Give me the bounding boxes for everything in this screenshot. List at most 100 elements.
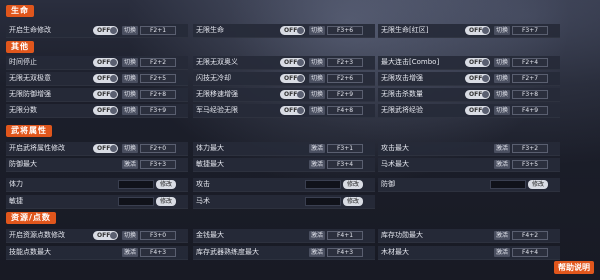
- hotkey-field[interactable]: F3+3: [140, 160, 176, 169]
- hotkey-field[interactable]: F3+0: [140, 231, 176, 240]
- switch-button[interactable]: 切换: [309, 58, 325, 67]
- section-header-life: 生命: [6, 5, 34, 17]
- activate-button[interactable]: 激活: [494, 248, 510, 257]
- option-row: 无限分数 OFF 切换 F3+9: [6, 104, 188, 118]
- hotkey-field[interactable]: F3+6: [327, 26, 363, 35]
- hotkey-field[interactable]: F2+4: [512, 58, 548, 67]
- activate-button[interactable]: 激活: [494, 144, 510, 153]
- activate-button[interactable]: 激活: [122, 248, 138, 257]
- modify-button[interactable]: 修改: [528, 180, 548, 189]
- hotkey-field[interactable]: F4+3: [140, 248, 176, 257]
- toggle-switch[interactable]: OFF: [93, 74, 118, 83]
- option-row: 开启武将属性修改 OFF 切换 F2+0: [6, 142, 188, 156]
- option-label: 敏捷最大: [196, 160, 224, 168]
- hotkey-field[interactable]: F4+1: [327, 231, 363, 240]
- switch-button[interactable]: 切换: [122, 58, 138, 67]
- modify-button[interactable]: 修改: [156, 180, 176, 189]
- switch-button[interactable]: 切换: [494, 90, 510, 99]
- hotkey-field[interactable]: F2+7: [512, 74, 548, 83]
- hotkey-field[interactable]: F4+9: [512, 106, 548, 115]
- switch-button[interactable]: 切换: [309, 26, 325, 35]
- toggle-switch[interactable]: OFF: [93, 90, 118, 99]
- toggle-switch[interactable]: OFF: [465, 90, 490, 99]
- toggle-switch[interactable]: OFF: [280, 58, 305, 67]
- value-input[interactable]: [305, 197, 341, 206]
- hotkey-field[interactable]: F2+2: [140, 58, 176, 67]
- option-label: 无限攻击增强: [381, 74, 423, 82]
- switch-button[interactable]: 切换: [309, 106, 325, 115]
- toggle-switch[interactable]: OFF: [280, 74, 305, 83]
- modify-button[interactable]: 修改: [343, 180, 363, 189]
- switch-button[interactable]: 切换: [122, 144, 138, 153]
- switch-button[interactable]: 切换: [494, 58, 510, 67]
- toggle-switch[interactable]: OFF: [93, 144, 118, 153]
- option-label: 无限无双极意: [9, 74, 51, 82]
- hotkey-field[interactable]: F3+4: [327, 160, 363, 169]
- toggle-switch[interactable]: OFF: [465, 74, 490, 83]
- switch-button[interactable]: 切换: [122, 26, 138, 35]
- hotkey-field[interactable]: F3+8: [512, 90, 548, 99]
- toggle-switch[interactable]: OFF: [93, 106, 118, 115]
- switch-button[interactable]: 切换: [122, 90, 138, 99]
- switch-button[interactable]: 切换: [122, 74, 138, 83]
- toggle-switch[interactable]: OFF: [93, 26, 118, 35]
- modify-button[interactable]: 修改: [343, 197, 363, 206]
- section-header-general: 武将属性: [6, 125, 52, 137]
- toggle-switch[interactable]: OFF: [280, 26, 305, 35]
- toggle-switch[interactable]: OFF: [280, 90, 305, 99]
- hotkey-field[interactable]: F4+2: [512, 231, 548, 240]
- option-row: 开启资源点数修改 OFF 切换 F3+0: [6, 229, 188, 243]
- switch-button[interactable]: 切换: [309, 74, 325, 83]
- switch-button[interactable]: 切换: [122, 106, 138, 115]
- value-input[interactable]: [118, 180, 154, 189]
- hotkey-field[interactable]: F4+8: [327, 106, 363, 115]
- toggle-switch[interactable]: OFF: [93, 58, 118, 67]
- option-label: 敏捷: [9, 197, 23, 205]
- toggle-switch[interactable]: OFF: [280, 106, 305, 115]
- activate-button[interactable]: 激活: [309, 144, 325, 153]
- modify-row: 防御 修改: [378, 178, 560, 192]
- activate-button[interactable]: 激活: [309, 231, 325, 240]
- option-label: 技能点数最大: [9, 248, 51, 256]
- hotkey-field[interactable]: F3+7: [512, 26, 548, 35]
- option-label: 无限生命: [196, 26, 224, 34]
- hotkey-field[interactable]: F4+4: [512, 248, 548, 257]
- hotkey-field[interactable]: F3+9: [140, 106, 176, 115]
- activate-button[interactable]: 激活: [309, 160, 325, 169]
- option-label: 最大连击[Combo]: [381, 58, 440, 66]
- switch-button[interactable]: 切换: [309, 90, 325, 99]
- help-button[interactable]: 帮助说明: [554, 261, 594, 274]
- toggle-switch[interactable]: OFF: [93, 231, 118, 240]
- hotkey-field[interactable]: F2+6: [327, 74, 363, 83]
- option-row: 无限移速增强 OFF 切换 F2+9: [193, 88, 375, 102]
- modify-button[interactable]: 修改: [156, 197, 176, 206]
- toggle-switch[interactable]: OFF: [465, 106, 490, 115]
- hotkey-field[interactable]: F3+5: [512, 160, 548, 169]
- modify-row: 攻击 修改: [193, 178, 375, 192]
- hotkey-field[interactable]: F2+3: [327, 58, 363, 67]
- option-label: 攻击: [196, 180, 210, 188]
- value-input[interactable]: [305, 180, 341, 189]
- switch-button[interactable]: 切换: [494, 26, 510, 35]
- hotkey-field[interactable]: F2+1: [140, 26, 176, 35]
- value-input[interactable]: [118, 197, 154, 206]
- switch-button[interactable]: 切换: [122, 231, 138, 240]
- hotkey-field[interactable]: F3+2: [512, 144, 548, 153]
- activate-button[interactable]: 激活: [122, 160, 138, 169]
- option-label: 无限移速增强: [196, 90, 238, 98]
- hotkey-field[interactable]: F2+0: [140, 144, 176, 153]
- toggle-switch[interactable]: OFF: [465, 58, 490, 67]
- switch-button[interactable]: 切换: [494, 106, 510, 115]
- hotkey-field[interactable]: F4+3: [327, 248, 363, 257]
- option-label: 无限击杀数量: [381, 90, 423, 98]
- activate-button[interactable]: 激活: [309, 248, 325, 257]
- activate-button[interactable]: 激活: [494, 231, 510, 240]
- hotkey-field[interactable]: F2+9: [327, 90, 363, 99]
- toggle-switch[interactable]: OFF: [465, 26, 490, 35]
- value-input[interactable]: [490, 180, 526, 189]
- hotkey-field[interactable]: F3+1: [327, 144, 363, 153]
- activate-button[interactable]: 激活: [494, 160, 510, 169]
- hotkey-field[interactable]: F2+8: [140, 90, 176, 99]
- hotkey-field[interactable]: F2+5: [140, 74, 176, 83]
- switch-button[interactable]: 切换: [494, 74, 510, 83]
